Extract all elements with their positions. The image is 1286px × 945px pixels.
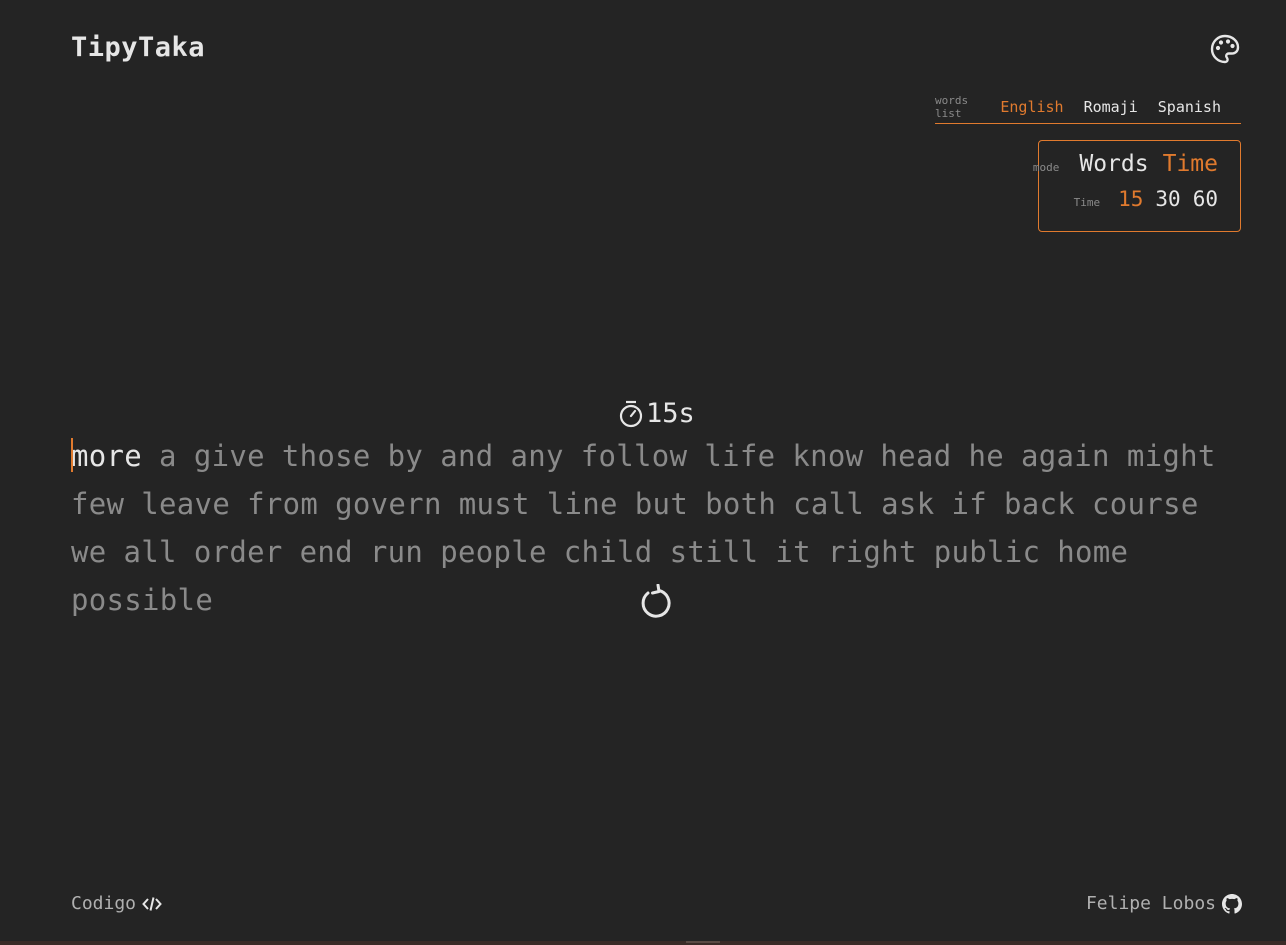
time-15-option[interactable]: 15 [1118, 187, 1143, 211]
word: any [510, 439, 564, 473]
word: by [387, 439, 424, 473]
word: public [933, 535, 1041, 569]
word: might [1126, 439, 1216, 473]
word: line [546, 487, 618, 521]
source-code-label: Codigo [71, 893, 137, 914]
word: right [827, 535, 917, 569]
word: call [793, 487, 865, 521]
author-label: Felipe Lobos [1085, 893, 1216, 914]
word: people [440, 535, 547, 569]
words-list-romaji[interactable]: Romaji [1084, 98, 1138, 116]
word: still [669, 535, 759, 569]
word: life [704, 439, 776, 473]
current-word-text: more [71, 439, 143, 473]
time-60-option[interactable]: 60 [1193, 187, 1218, 211]
bottom-bar-handle [686, 941, 720, 943]
time-label: Time [1073, 196, 1101, 209]
word: and [440, 439, 494, 473]
words-list-label: words list [935, 93, 969, 120]
word: back [1003, 487, 1076, 521]
word: know [792, 439, 864, 473]
word: head [880, 439, 952, 473]
source-code-link[interactable]: Codigo [71, 893, 162, 914]
stopwatch-icon [619, 400, 643, 427]
word: a [159, 439, 177, 473]
word: order [193, 535, 283, 569]
word: he [968, 439, 1004, 473]
typing-caret [71, 438, 73, 472]
mode-panel: mode Words Time Time 15 30 60 [1033, 140, 1241, 232]
word: must [458, 487, 530, 521]
restart-icon [641, 583, 671, 618]
word: leave [141, 487, 231, 521]
word: it [775, 535, 811, 569]
github-icon [1222, 893, 1242, 914]
mode-time-option[interactable]: Time [1163, 151, 1218, 177]
time-row: Time 15 30 60 [1039, 187, 1218, 223]
words-list-spanish[interactable]: Spanish [1158, 98, 1221, 116]
words-list-selector: words list English Romaji Spanish [935, 90, 1241, 124]
word: both [705, 487, 777, 521]
word: again [1021, 439, 1110, 473]
word: follow [580, 439, 688, 473]
word: we [71, 535, 107, 569]
word: if [951, 487, 987, 521]
word: those [281, 439, 371, 473]
bottom-bar [0, 941, 1286, 945]
restart-button[interactable] [637, 583, 675, 622]
palette-icon [1210, 34, 1240, 64]
current-word: more [71, 432, 142, 480]
time-30-option[interactable]: 30 [1155, 187, 1180, 211]
mode-label: mode [1032, 161, 1060, 174]
word: possible [71, 583, 214, 617]
word: child [563, 535, 653, 569]
code-icon [142, 896, 162, 911]
word: give [193, 439, 265, 473]
theme-button[interactable] [1209, 33, 1241, 65]
word: few [71, 487, 125, 521]
mode-words-option[interactable]: Words [1079, 151, 1148, 177]
app-logo[interactable]: TipyTaka [71, 32, 205, 63]
mode-row: mode Words Time [1033, 151, 1218, 187]
countdown-timer: 15s [618, 398, 695, 429]
word: but [634, 487, 689, 521]
timer-value: 15s [646, 398, 695, 429]
word: run [369, 535, 424, 569]
word: all [123, 535, 177, 569]
word: from [247, 487, 319, 521]
word: govern [335, 487, 442, 521]
word: end [299, 535, 353, 569]
word: ask [881, 487, 935, 521]
word: home [1057, 535, 1129, 569]
words-list-english[interactable]: English [1000, 98, 1063, 116]
word: course [1092, 487, 1199, 521]
author-link[interactable]: Felipe Lobos [1086, 893, 1242, 914]
